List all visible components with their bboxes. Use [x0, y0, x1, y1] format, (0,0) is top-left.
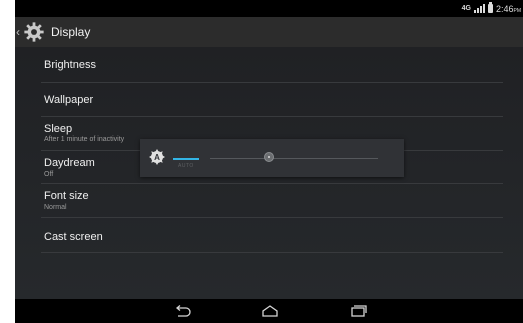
- gear-icon[interactable]: [23, 21, 45, 43]
- device-screen: 4G 2:46PM ‹ Display Brightness Wallpaper…: [15, 0, 523, 323]
- battery-icon: [487, 2, 493, 13]
- home-icon[interactable]: [260, 303, 280, 319]
- status-indicators: 4G 2:46PM: [462, 2, 521, 15]
- auto-badge-letter: A: [154, 153, 160, 162]
- setting-cast-screen[interactable]: Cast screen: [41, 218, 503, 253]
- up-caret-icon[interactable]: ‹: [16, 25, 20, 39]
- setting-title: Wallpaper: [44, 94, 94, 106]
- auto-indicator: [173, 158, 199, 160]
- back-icon[interactable]: [172, 303, 192, 319]
- action-bar: ‹ Display: [15, 17, 523, 47]
- auto-brightness-icon[interactable]: A: [149, 149, 165, 165]
- clock: 2:46PM: [496, 4, 521, 14]
- signal-icon: [473, 4, 485, 13]
- setting-subtitle: Off: [44, 171, 54, 178]
- setting-title: Daydream: [44, 157, 95, 169]
- page-title: Display: [51, 25, 91, 39]
- clock-ampm: PM: [513, 7, 522, 14]
- setting-title: Brightness: [44, 59, 96, 71]
- brightness-slider-track[interactable]: [210, 158, 378, 159]
- setting-title: Cast screen: [44, 231, 103, 243]
- network-type: 4G: [461, 5, 471, 12]
- recents-icon[interactable]: [348, 303, 368, 319]
- setting-subtitle: Normal: [44, 204, 67, 211]
- setting-font-size[interactable]: Font size Normal: [41, 184, 503, 218]
- auto-label: AUTO: [178, 163, 194, 169]
- clock-time: 2:46: [495, 3, 514, 14]
- brightness-slider-thumb[interactable]: [263, 152, 274, 162]
- navigation-bar: [15, 299, 523, 323]
- setting-wallpaper[interactable]: Wallpaper: [41, 83, 503, 117]
- setting-title: Sleep: [44, 123, 73, 135]
- status-bar: 4G 2:46PM: [15, 0, 523, 17]
- setting-title: Font size: [44, 190, 89, 202]
- setting-subtitle: After 1 minute of inactivity: [44, 136, 125, 143]
- setting-brightness[interactable]: Brightness: [41, 47, 503, 83]
- brightness-dialog: A AUTO: [140, 139, 404, 177]
